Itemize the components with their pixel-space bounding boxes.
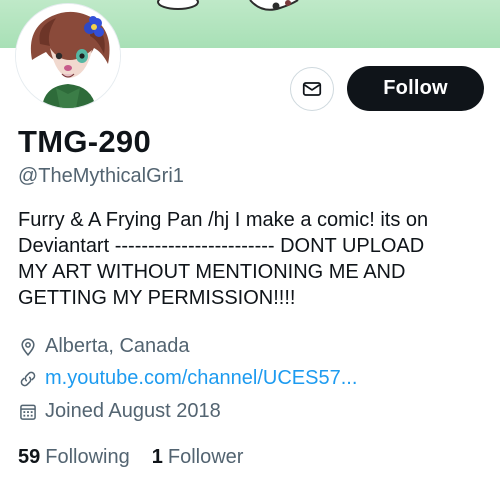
- follow-stats: 59 Following 1 Follower: [18, 446, 243, 469]
- joined-row: Joined August 2018: [18, 400, 221, 423]
- message-button[interactable]: [290, 67, 334, 111]
- profile-page: Follow TMG-290 @TheMythicalGri1 Furry & …: [0, 0, 500, 500]
- location-pin-icon: [18, 337, 38, 357]
- follow-button[interactable]: Follow: [347, 66, 484, 111]
- envelope-icon: [302, 82, 322, 96]
- followers-link[interactable]: 1 Follower: [152, 446, 244, 469]
- following-label: Following: [45, 446, 130, 468]
- following-link[interactable]: 59 Following: [18, 446, 130, 469]
- website-row: m.youtube.com/channel/UCES57...: [18, 367, 357, 390]
- followers-label: Follower: [167, 446, 244, 468]
- joined-text: Joined August 2018: [45, 400, 221, 422]
- location-row: Alberta, Canada: [18, 335, 190, 358]
- link-icon: [18, 369, 38, 389]
- location-text: Alberta, Canada: [45, 335, 190, 357]
- following-count: 59: [18, 446, 41, 468]
- profile-avatar[interactable]: [16, 4, 120, 108]
- profile-handle: @TheMythicalGri1: [18, 165, 184, 187]
- website-link[interactable]: m.youtube.com/channel/UCES57...: [45, 367, 357, 390]
- display-name: TMG-290: [18, 124, 152, 159]
- profile-bio: Furry & A Frying Pan /hj I make a comic!…: [18, 209, 429, 309]
- followers-count: 1: [151, 446, 163, 468]
- calendar-icon: [18, 402, 38, 422]
